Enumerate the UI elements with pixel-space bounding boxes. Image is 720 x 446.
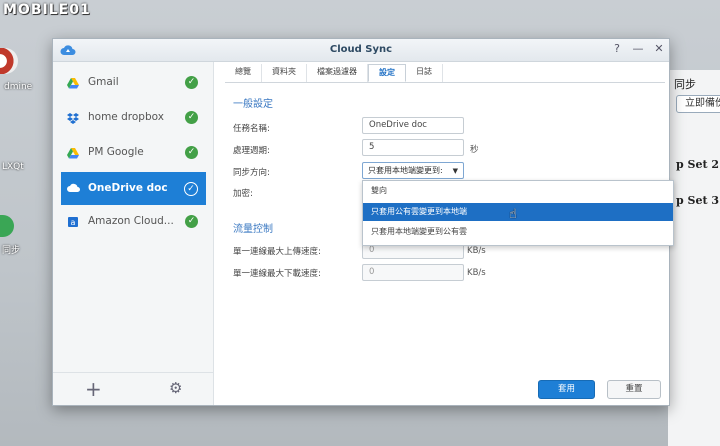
amazon-cloud-icon: a — [68, 217, 78, 227]
dropdown-option-cloud-to-local[interactable]: 只套用公有雲變更到本地端 — [363, 203, 673, 221]
desktop-icon-label[interactable]: dmine — [4, 82, 32, 92]
help-icon[interactable]: ? — [610, 42, 624, 55]
tab-file-filter[interactable]: 檔案過濾器 — [307, 64, 368, 82]
account-name: Amazon Cloud... — [88, 215, 174, 227]
account-name: OneDrive doc — [88, 182, 168, 194]
watermark: MOBILE01 — [3, 2, 91, 18]
titlebar: Cloud Sync ? — ✕ — [53, 39, 669, 62]
download-limit-field[interactable]: 0 — [362, 264, 464, 281]
close-icon[interactable]: ✕ — [652, 42, 666, 55]
background-window — [668, 70, 720, 446]
background-list-item: p Set 3 — [676, 194, 720, 207]
download-unit: KB/s — [467, 268, 486, 278]
tab-settings[interactable]: 設定 — [368, 64, 406, 82]
dropdown-option-local-to-cloud[interactable]: 只套用本地端變更到公有雲 — [363, 223, 673, 241]
account-name: home dropbox — [88, 111, 164, 123]
onedrive-icon — [67, 183, 80, 192]
background-backup-button[interactable]: 立即備份 — [676, 95, 720, 113]
direction-select[interactable]: 只套用本地端變更到: ▼ — [362, 162, 464, 179]
task-name-label: 任務名稱: — [233, 124, 270, 134]
sidebar-toolbar: + ⚙ — [53, 372, 213, 405]
upload-unit: KB/s — [467, 246, 486, 256]
tab-folders[interactable]: 資料夾 — [262, 64, 307, 82]
sidebar-item-home-dropbox[interactable]: home dropbox ✓ — [61, 103, 206, 133]
upload-limit-label: 單一連線最大上傳速度: — [233, 247, 321, 257]
interval-unit: 秒 — [470, 145, 479, 155]
dropdown-option-two-way[interactable]: 雙向 — [363, 182, 673, 200]
direction-select-value: 只套用本地端變更到: — [368, 166, 443, 175]
desktop-icon-label[interactable]: 同步 — [2, 243, 20, 256]
interval-label: 處理週期: — [233, 146, 270, 156]
direction-dropdown-list: 雙向 只套用公有雲變更到本地端 只套用本地端變更到公有雲 — [362, 180, 674, 246]
status-ok-icon: ✓ — [185, 76, 198, 89]
traffic-control-heading: 流量控制 — [233, 224, 273, 235]
window-title: Cloud Sync — [329, 44, 393, 55]
svg-text:a: a — [71, 218, 76, 227]
tab-overview[interactable]: 總覽 — [225, 64, 262, 82]
minimize-icon[interactable]: — — [631, 42, 645, 55]
task-name-field[interactable]: OneDrive doc — [362, 117, 464, 134]
desktop-app-icon[interactable] — [0, 48, 18, 74]
general-settings-heading: 一般設定 — [233, 99, 273, 110]
google-drive-icon — [67, 148, 79, 159]
status-ok-icon: ✓ — [184, 182, 198, 196]
sidebar-item-gmail[interactable]: Gmail ✓ — [61, 68, 206, 98]
download-limit-label: 單一連線最大下載速度: — [233, 269, 321, 279]
status-ok-icon: ✓ — [185, 146, 198, 159]
reset-button[interactable]: 重置 — [607, 380, 661, 399]
add-icon[interactable]: + — [85, 377, 102, 401]
direction-label: 同步方向: — [233, 168, 270, 178]
encrypt-label: 加密: — [233, 189, 253, 199]
cloud-sync-window: Cloud Sync ? — ✕ Gmail ✓ home dropbox ✓ … — [52, 38, 674, 406]
sidebar-item-pm-google[interactable]: PM Google ✓ — [61, 138, 206, 168]
account-name: Gmail — [88, 76, 119, 88]
hand-cursor-icon: ☝ — [509, 207, 517, 222]
sidebar-item-amazon-cloud[interactable]: a Amazon Cloud... ✓ — [61, 207, 206, 237]
status-ok-icon: ✓ — [185, 215, 198, 228]
tab-log[interactable]: 日誌 — [406, 64, 443, 82]
sidebar-item-onedrive-doc[interactable]: OneDrive doc ✓ — [61, 172, 206, 205]
sync-desktop-icon[interactable] — [0, 215, 14, 237]
chevron-down-icon: ▼ — [452, 167, 458, 175]
gear-icon[interactable]: ⚙ — [169, 379, 182, 397]
google-drive-icon — [67, 78, 79, 89]
dropbox-icon — [67, 113, 79, 124]
desktop-icon-label[interactable]: LXQt — [2, 162, 24, 172]
account-sidebar: Gmail ✓ home dropbox ✓ PM Google ✓ OneDr… — [53, 62, 214, 405]
status-ok-icon: ✓ — [185, 111, 198, 124]
background-window-label: 同步 — [674, 78, 696, 91]
background-list-item: p Set 2 — [676, 158, 720, 171]
apply-button[interactable]: 套用 — [538, 380, 595, 399]
interval-field[interactable]: 5 — [362, 139, 464, 156]
tab-bar: 總覽 資料夾 檔案過濾器 設定 日誌 — [225, 64, 665, 83]
account-name: PM Google — [88, 146, 144, 158]
